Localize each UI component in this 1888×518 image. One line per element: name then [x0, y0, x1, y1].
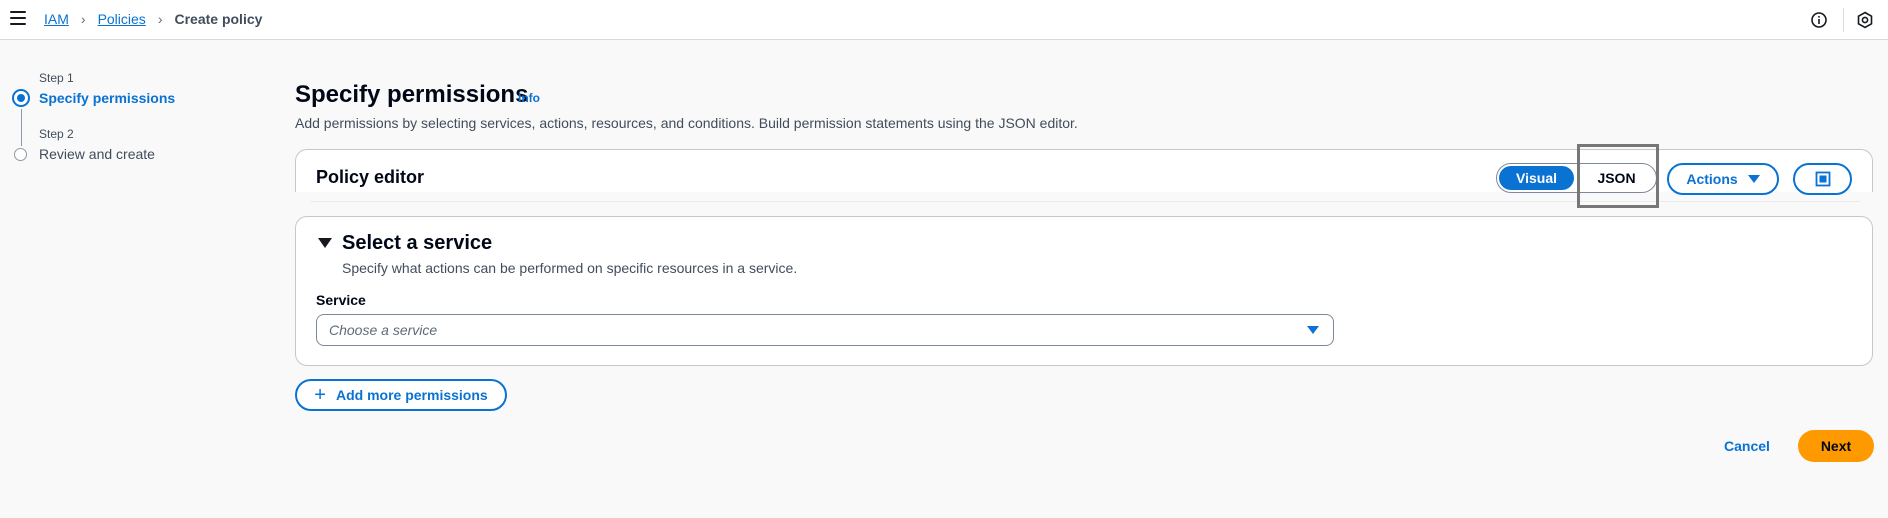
- highlight-box: [1577, 144, 1659, 208]
- top-bar: IAM › Policies › Create policy: [0, 0, 1888, 40]
- step-connector: [21, 109, 22, 146]
- hamburger-icon[interactable]: [10, 11, 26, 27]
- step-2-title: Review and create: [39, 146, 155, 162]
- plus-icon: +: [314, 384, 326, 406]
- actions-label: Actions: [1686, 171, 1738, 187]
- service-select[interactable]: Choose a service: [316, 314, 1334, 346]
- caret-down-icon: [1307, 326, 1319, 334]
- select-service-description: Specify what actions can be performed on…: [342, 260, 798, 276]
- select-service-card: Select a service Specify what actions ca…: [295, 216, 1873, 366]
- visual-mode-button[interactable]: Visual: [1499, 166, 1574, 190]
- step-1-label: Step 1: [39, 71, 74, 85]
- caret-down-icon[interactable]: [318, 238, 332, 248]
- add-more-permissions-label: Add more permissions: [335, 387, 488, 403]
- service-select-placeholder: Choose a service: [329, 322, 438, 338]
- step-2-label: Step 2: [39, 127, 74, 141]
- select-service-title[interactable]: Select a service: [342, 232, 492, 255]
- add-more-permissions-button[interactable]: + Add more permissions: [295, 379, 507, 411]
- policy-editor-title: Policy editor: [316, 167, 425, 187]
- cancel-button[interactable]: Cancel: [1724, 438, 1770, 454]
- breadcrumb-policies[interactable]: Policies: [98, 11, 146, 27]
- chevron-right-icon: ›: [80, 11, 86, 27]
- step-2-indicator-icon: [14, 148, 27, 161]
- breadcrumb: IAM › Policies › Create policy: [44, 11, 262, 27]
- fullscreen-icon: [1815, 171, 1830, 187]
- info-link[interactable]: Info: [518, 91, 540, 105]
- fullscreen-button[interactable]: [1793, 163, 1852, 195]
- page-title: Specify permissions: [295, 81, 529, 108]
- next-button[interactable]: Next: [1798, 430, 1874, 462]
- breadcrumb-iam[interactable]: IAM: [44, 11, 69, 27]
- step-1-indicator-icon: [12, 89, 30, 107]
- step-1-title[interactable]: Specify permissions: [39, 90, 175, 106]
- service-field-label: Service: [316, 292, 366, 308]
- page-description: Add permissions by selecting services, a…: [295, 115, 1078, 131]
- breadcrumb-current: Create policy: [174, 11, 263, 27]
- actions-dropdown-button[interactable]: Actions: [1667, 163, 1779, 195]
- settings-hex-icon[interactable]: [1856, 11, 1874, 29]
- caret-down-icon: [1747, 175, 1760, 183]
- top-divider: [1843, 8, 1844, 32]
- info-icon[interactable]: [1810, 11, 1828, 29]
- chevron-right-icon: ›: [157, 11, 163, 27]
